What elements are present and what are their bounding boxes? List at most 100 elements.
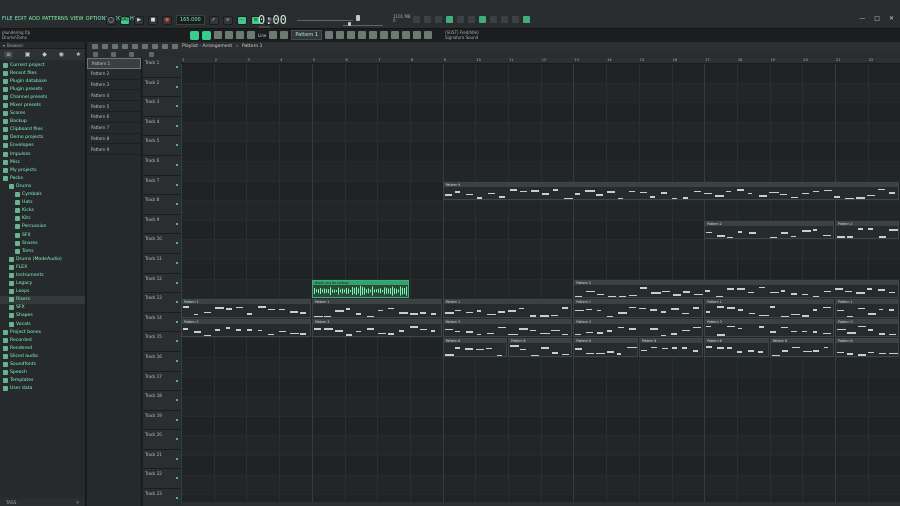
playlist-shortcut-icon[interactable] xyxy=(391,31,400,39)
pattern-clip[interactable]: Pattern 3 xyxy=(573,318,704,338)
song-mode-icon[interactable]: ◯ xyxy=(106,15,116,25)
track-header[interactable]: Track 19 xyxy=(143,410,181,431)
track-header[interactable]: Track 15 xyxy=(143,332,181,352)
track-mute-led[interactable] xyxy=(176,222,178,225)
channel-rack-shortcut-icon[interactable] xyxy=(347,31,356,39)
browser-all-icon[interactable]: ≡ xyxy=(4,51,14,58)
browser-item[interactable]: Toms xyxy=(0,247,85,255)
browser-item[interactable]: Plugin database xyxy=(0,77,85,85)
pattern-clip[interactable]: Pattern 3 xyxy=(311,318,442,338)
track-header[interactable]: Track 1 xyxy=(143,58,181,78)
add-pattern-icon[interactable] xyxy=(325,31,334,39)
browser-icon[interactable] xyxy=(468,16,475,23)
track-mute-led[interactable] xyxy=(176,340,178,343)
playlist-paint-icon[interactable] xyxy=(122,44,128,49)
track-header[interactable]: Track 23 xyxy=(143,489,181,506)
browser-shortcut-icon[interactable] xyxy=(369,31,378,39)
pattern-clip[interactable]: Pattern 6 xyxy=(835,338,900,357)
playlist-icon[interactable] xyxy=(280,31,289,39)
track-header[interactable]: Track 21 xyxy=(143,449,181,470)
pattern-clip[interactable]: Pattern 1 xyxy=(704,299,834,318)
pattern-clip[interactable]: Pattern 6 xyxy=(573,338,638,357)
track-mute-led[interactable] xyxy=(176,203,178,206)
track-mute-led[interactable] xyxy=(176,497,178,500)
pattern-selector[interactable]: Pattern 1 xyxy=(291,30,323,40)
pattern-picker-item[interactable]: Pattern 7 xyxy=(87,123,141,134)
pattern-clip[interactable]: Pattern 3 xyxy=(181,318,311,338)
playlist-current-pattern[interactable]: Pattern 1 xyxy=(242,44,262,49)
browser-plugins-icon[interactable]: ◆ xyxy=(42,51,47,58)
browser-item[interactable]: Current project xyxy=(0,61,85,69)
settings-icon[interactable] xyxy=(424,31,433,39)
browser-item[interactable]: Scores xyxy=(0,110,85,118)
browser-item[interactable]: Loops xyxy=(0,288,85,296)
pattern-picker-item[interactable]: Pattern 4 xyxy=(87,90,141,102)
track-header[interactable]: Track 3 xyxy=(143,97,181,117)
stop-button[interactable]: ■ xyxy=(148,15,158,25)
playlist-slice-icon[interactable] xyxy=(152,44,158,49)
countdown-icon[interactable]: ⋯ xyxy=(236,15,247,25)
track-mute-led[interactable] xyxy=(176,261,178,264)
browser-item[interactable]: Risers xyxy=(0,295,85,304)
pattern-clip[interactable]: Pattern 5 xyxy=(573,279,900,299)
pattern-picker-item[interactable]: Pattern 6 xyxy=(87,112,141,123)
track-header[interactable]: Track 5 xyxy=(143,136,181,156)
playlist-select-icon[interactable] xyxy=(162,44,168,49)
playlist-delete-icon[interactable] xyxy=(132,44,138,49)
online-icon[interactable] xyxy=(501,16,508,23)
browser-starred-icon[interactable]: ★ xyxy=(76,51,81,58)
tags-label[interactable]: TAGS xyxy=(6,500,16,505)
magnet-icon[interactable] xyxy=(247,31,255,39)
track-mute-led[interactable] xyxy=(176,144,178,147)
pattern-clip[interactable]: Pattern 3 xyxy=(442,318,573,338)
track-mute-led[interactable] xyxy=(176,359,178,362)
track-header[interactable]: Track 10 xyxy=(143,234,181,254)
microphone-icon[interactable] xyxy=(479,16,486,23)
track-header[interactable]: Track 17 xyxy=(143,371,181,392)
track-header[interactable]: Track 13 xyxy=(143,293,181,313)
horizontal-scrollbar[interactable] xyxy=(181,502,900,506)
track-header[interactable]: Track 18 xyxy=(143,391,181,411)
pattern-picker-item[interactable]: Pattern 5 xyxy=(87,101,141,112)
plugin-picker-icon[interactable] xyxy=(490,16,497,23)
browser-current-project-icon[interactable]: ▣ xyxy=(25,51,31,58)
browser-item[interactable]: Vocals xyxy=(0,320,85,328)
browser-item[interactable]: Impulses xyxy=(0,150,85,158)
minimize-icon[interactable]: — xyxy=(859,15,865,22)
browser-item[interactable]: Snares xyxy=(0,239,85,247)
track-header[interactable]: Track 22 xyxy=(143,469,181,490)
menu-item-edit[interactable]: EDIT xyxy=(15,16,27,22)
pattern-clip[interactable]: Pattern 3 xyxy=(704,318,834,338)
browser-item[interactable]: FLEX xyxy=(0,263,85,271)
pattern-clip[interactable]: Pattern 2 xyxy=(704,220,834,240)
paint-tool-icon[interactable] xyxy=(202,30,211,40)
browser-item[interactable]: Hats xyxy=(0,199,85,207)
pattern-clip[interactable]: Pattern 6 xyxy=(638,338,704,357)
pattern-picker-item[interactable]: Pattern 3 xyxy=(87,80,141,91)
browser-item[interactable]: Drums xyxy=(0,182,85,190)
browser-item[interactable]: Project bones xyxy=(0,328,85,336)
browser-item[interactable]: SFX xyxy=(0,231,85,239)
track-mute-led[interactable] xyxy=(176,281,178,284)
track-mute-led[interactable] xyxy=(176,379,178,382)
browser-item[interactable]: User data xyxy=(0,385,85,393)
zoom-out-icon[interactable] xyxy=(149,52,154,57)
maximize-icon[interactable]: □ xyxy=(874,15,880,22)
browser-item[interactable]: Speech xyxy=(0,369,85,377)
piano-roll-shortcut-icon[interactable] xyxy=(358,31,367,39)
pattern-picker-icon[interactable] xyxy=(93,52,98,57)
pattern-clip[interactable]: Pattern 9 xyxy=(442,181,900,201)
browser-item[interactable]: Legacy xyxy=(0,280,85,288)
track-header[interactable]: Track 2 xyxy=(143,77,181,98)
snap-dropdown-icon[interactable] xyxy=(269,31,278,39)
browser-item[interactable]: Sliced audio xyxy=(0,352,85,360)
mixer-icon[interactable] xyxy=(424,16,431,23)
browser-item[interactable]: SFX xyxy=(0,304,85,312)
browser-menu-icon[interactable]: ▾ xyxy=(3,43,5,48)
track-mute-led[interactable] xyxy=(176,438,178,441)
playlist-zoom-icon[interactable] xyxy=(172,44,178,49)
track-mute-led[interactable] xyxy=(176,163,178,166)
track-header[interactable]: Track 4 xyxy=(143,116,181,137)
pattern-clip[interactable]: Pattern 6 xyxy=(704,338,769,357)
track-header[interactable]: Track 9 xyxy=(143,214,181,235)
